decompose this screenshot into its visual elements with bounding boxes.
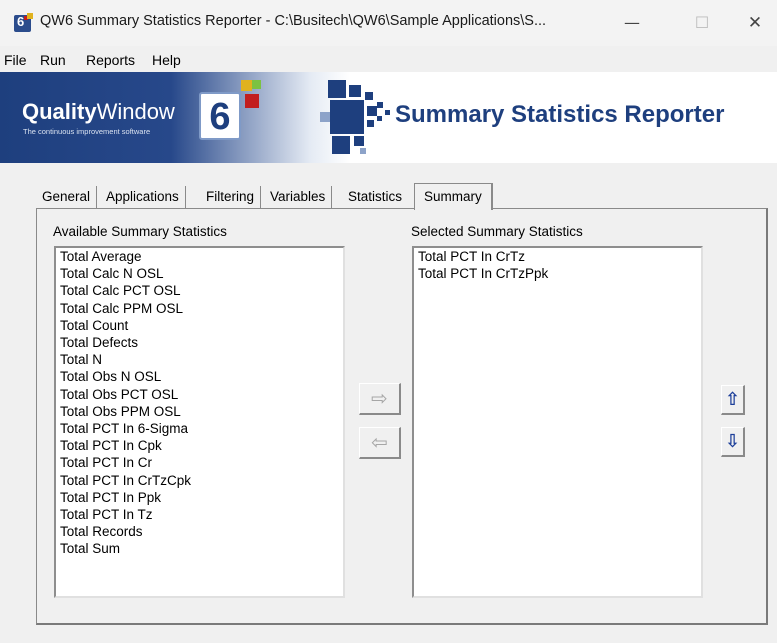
- list-item[interactable]: Total Calc N OSL: [56, 265, 343, 282]
- selected-label: Selected Summary Statistics: [411, 224, 583, 239]
- list-item[interactable]: Total PCT In CrTz: [414, 248, 701, 265]
- tab-variables[interactable]: Variables: [264, 186, 333, 209]
- list-item[interactable]: Total PCT In Cpk: [56, 437, 343, 454]
- menu-help[interactable]: Help: [152, 52, 181, 68]
- available-label: Available Summary Statistics: [53, 224, 227, 239]
- list-item[interactable]: Total PCT In Ppk: [56, 489, 343, 506]
- list-item[interactable]: Total PCT In 6-Sigma: [56, 420, 343, 437]
- tab-filtering[interactable]: Filtering: [200, 186, 262, 209]
- summary-panel: Available Summary Statistics Total Avera…: [36, 208, 768, 625]
- list-item[interactable]: Total Sum: [56, 540, 343, 557]
- tab-applications[interactable]: Applications: [100, 186, 186, 209]
- move-up-button[interactable]: ⇧: [721, 385, 745, 415]
- menu-bar: File Run Reports Help: [0, 46, 777, 72]
- close-button[interactable]: ✕: [735, 8, 775, 38]
- list-item[interactable]: Total Obs PPM OSL: [56, 403, 343, 420]
- banner-title: Summary Statistics Reporter: [395, 101, 725, 128]
- menu-file[interactable]: File: [4, 52, 27, 68]
- logo-square-green: [252, 80, 261, 89]
- title-bar: QW6 Summary Statistics Reporter - C:\Bus…: [0, 0, 777, 46]
- menu-reports[interactable]: Reports: [86, 52, 135, 68]
- add-statistic-button[interactable]: ⇨: [359, 383, 401, 415]
- list-item[interactable]: Total PCT In CrTzCpk: [56, 472, 343, 489]
- list-item[interactable]: Total Count: [56, 317, 343, 334]
- list-item[interactable]: Total PCT In CrTzPpk: [414, 265, 701, 282]
- menu-run[interactable]: Run: [40, 52, 66, 68]
- list-item[interactable]: Total N: [56, 351, 343, 368]
- list-item[interactable]: Total Calc PPM OSL: [56, 300, 343, 317]
- banner: QualityWindow The continuous improvement…: [0, 72, 777, 163]
- tab-general[interactable]: General: [36, 186, 98, 209]
- maximize-button[interactable]: ☐: [682, 8, 722, 38]
- list-item[interactable]: Total PCT In Tz: [56, 506, 343, 523]
- app-icon[interactable]: [14, 13, 33, 32]
- list-item[interactable]: Total Records: [56, 523, 343, 540]
- logo-square-red: [245, 94, 259, 108]
- logo-six: 6: [199, 92, 241, 140]
- list-item[interactable]: Total Average: [56, 248, 343, 265]
- tab-summary[interactable]: Summary: [414, 183, 493, 210]
- selected-statistics-list[interactable]: Total PCT In CrTz Total PCT In CrTzPpk: [412, 246, 703, 598]
- list-item[interactable]: Total Obs PCT OSL: [56, 386, 343, 403]
- list-item[interactable]: Total Obs N OSL: [56, 368, 343, 385]
- quality-window-logo: QualityWindow: [22, 99, 175, 124]
- window-title: QW6 Summary Statistics Reporter - C:\Bus…: [40, 13, 547, 29]
- minimize-button[interactable]: —: [612, 8, 652, 38]
- remove-statistic-button[interactable]: ⇦: [359, 427, 401, 459]
- list-item[interactable]: Total Calc PCT OSL: [56, 282, 343, 299]
- tab-statistics[interactable]: Statistics: [342, 186, 408, 209]
- available-statistics-list[interactable]: Total Average Total Calc N OSL Total Calc …: [54, 246, 345, 598]
- move-down-button[interactable]: ⇩: [721, 427, 745, 457]
- logo-square-gold: [241, 80, 252, 91]
- list-item[interactable]: Total Defects: [56, 334, 343, 351]
- logo-tagline: The continuous improvement software: [23, 127, 151, 136]
- list-item[interactable]: Total PCT In Cr: [56, 454, 343, 471]
